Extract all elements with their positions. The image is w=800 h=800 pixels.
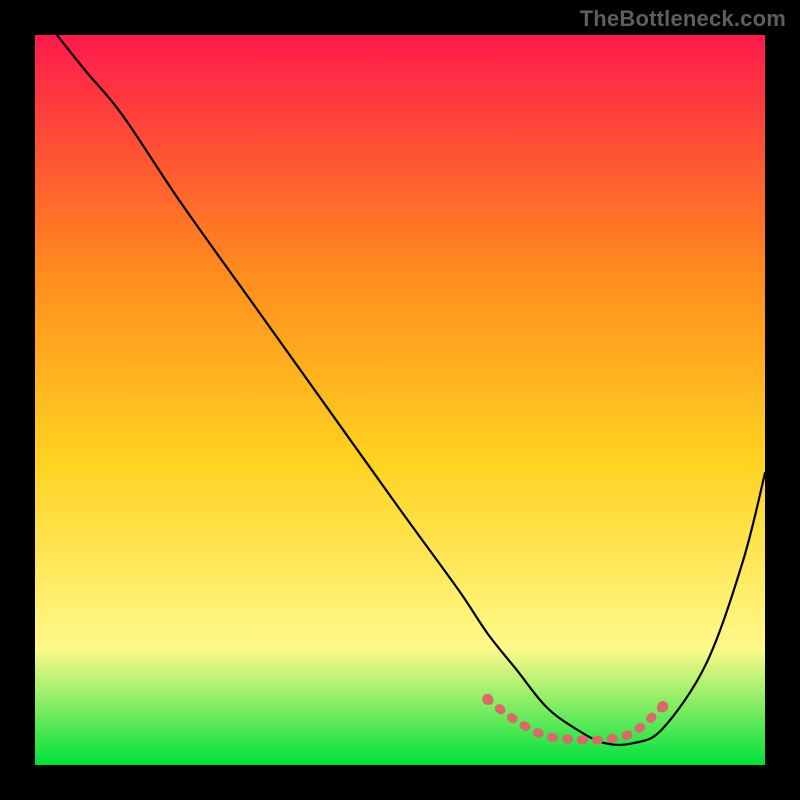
optimal-band-endpoint xyxy=(482,694,493,705)
bottleneck-chart xyxy=(0,0,800,800)
chart-frame: TheBottleneck.com xyxy=(0,0,800,800)
optimal-band-endpoint xyxy=(657,701,668,712)
